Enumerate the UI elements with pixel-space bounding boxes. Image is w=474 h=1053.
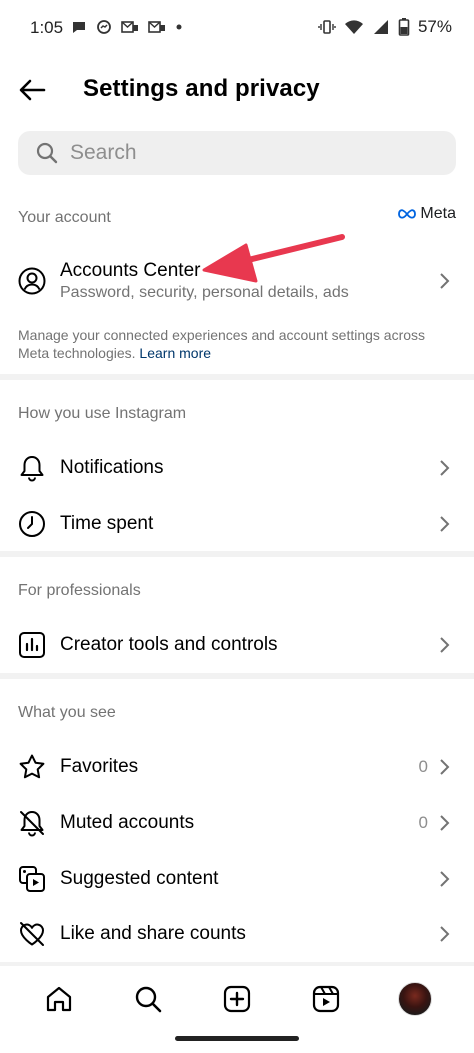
chat-bubble-icon [73, 22, 85, 33]
page-title: Settings and privacy [83, 75, 320, 102]
whatsapp-icon [121, 21, 138, 33]
description-text: Manage your connected experiences and ac… [18, 327, 426, 361]
meta-infinity-icon [398, 209, 417, 219]
settings-item-creator-tools[interactable]: Creator tools and controls [0, 617, 474, 673]
accounts-center-description: Manage your connected experiences and ac… [18, 326, 458, 362]
home-indicator [175, 1036, 299, 1041]
search-bar[interactable] [18, 131, 456, 175]
section-label-how-you-use: How you use Instagram [18, 405, 187, 422]
status-time: 1:05 [30, 18, 64, 37]
settings-item-label: Creator tools and controls [60, 634, 278, 655]
section-label-for-professionals: For professionals [18, 582, 141, 599]
item-count: 0 [418, 813, 428, 832]
section-divider [0, 551, 474, 557]
chevron-right-icon [440, 759, 450, 775]
messenger-icon [97, 20, 111, 34]
signal-icon [373, 20, 388, 34]
heart-slash-icon [18, 920, 46, 948]
search-icon [36, 142, 58, 164]
header: Settings and privacy [0, 62, 474, 118]
settings-item-notifications[interactable]: Notifications [0, 440, 474, 496]
wifi-icon [344, 20, 363, 34]
bell-icon [18, 454, 46, 482]
chevron-right-icon [440, 871, 450, 887]
settings-item-label: Like and share counts [60, 923, 246, 944]
meta-logo: Meta [397, 205, 456, 223]
status-bar: 1:05 57% [0, 0, 474, 56]
profile-avatar [398, 982, 433, 1016]
nav-home[interactable] [35, 975, 83, 1023]
meta-label: Meta [420, 205, 456, 222]
chevron-right-icon [440, 815, 450, 831]
settings-item-label: Time spent [60, 513, 154, 534]
settings-item-suggested-content[interactable]: Suggested content [0, 851, 474, 907]
star-icon [18, 753, 46, 781]
chevron-right-icon [440, 273, 450, 289]
section-label-what-you-see: What you see [18, 704, 116, 721]
settings-item-label: Notifications [60, 457, 164, 478]
settings-item-muted-accounts[interactable]: Muted accounts 0 [0, 795, 474, 851]
settings-item-label: Favorites [60, 756, 139, 777]
system-icons: 57% [318, 17, 452, 37]
accounts-center-row[interactable]: Accounts Center Password, security, pers… [0, 252, 474, 310]
item-count: 0 [418, 757, 428, 776]
accounts-center-title: Accounts Center [60, 260, 201, 281]
section-label-your-account: Your account [18, 209, 111, 226]
chevron-right-icon [440, 460, 450, 476]
accounts-center-subtitle: Password, security, personal details, ad… [60, 284, 349, 301]
learn-more-link[interactable]: Learn more [139, 345, 211, 361]
vibrate-icon [318, 20, 336, 34]
chevron-right-icon [440, 926, 450, 942]
chevron-right-icon [440, 516, 450, 532]
muted-bell-icon [18, 809, 46, 837]
section-divider [0, 962, 474, 966]
notification-icons [71, 19, 183, 35]
clock-icon [18, 510, 46, 538]
bottom-nav [0, 970, 474, 1028]
mail-icon [148, 21, 165, 33]
section-divider [0, 673, 474, 679]
bar-chart-icon [18, 631, 46, 659]
nav-profile[interactable] [391, 975, 439, 1023]
profile-circle-icon [18, 267, 46, 295]
battery-percent: 57% [417, 17, 452, 36]
settings-item-time-spent[interactable]: Time spent [0, 496, 474, 552]
nav-search[interactable] [124, 975, 172, 1023]
dot-icon [176, 24, 182, 30]
settings-item-label: Suggested content [60, 868, 219, 889]
search-icon [135, 986, 162, 1013]
search-input[interactable] [70, 141, 410, 165]
battery-icon [398, 18, 410, 36]
chevron-right-icon [440, 637, 450, 653]
create-icon [223, 985, 251, 1013]
section-divider [0, 374, 474, 380]
settings-item-favorites[interactable]: Favorites 0 [0, 739, 474, 795]
nav-create[interactable] [213, 975, 261, 1023]
settings-item-label: Muted accounts [60, 812, 195, 833]
back-arrow-icon[interactable] [16, 74, 48, 106]
home-icon [46, 986, 71, 1012]
nav-reels[interactable] [302, 975, 350, 1023]
suggested-content-icon [18, 865, 46, 893]
reels-icon [313, 985, 340, 1013]
settings-item-like-share-counts[interactable]: Like and share counts [0, 906, 474, 962]
